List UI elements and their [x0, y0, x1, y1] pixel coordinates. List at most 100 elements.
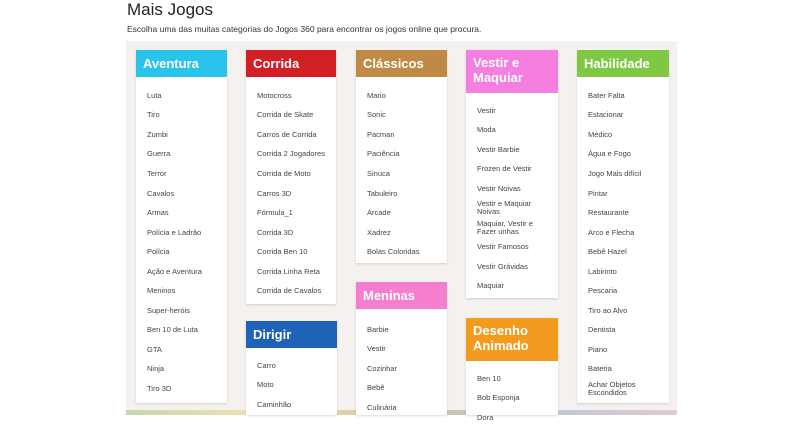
game-link[interactable]: Maquiar, Vestir e Fazer unhas [477, 218, 554, 238]
game-link[interactable]: Fórmula_1 [257, 203, 332, 223]
game-link[interactable]: Corrida Linha Reta [257, 262, 332, 282]
game-link[interactable]: Bebê [367, 379, 443, 399]
game-link[interactable]: Água e Fogo [588, 145, 665, 165]
game-link[interactable]: Ben 10 [477, 369, 554, 389]
game-link-label: Vestir [477, 105, 496, 115]
game-link[interactable]: Carro [257, 356, 333, 376]
category-card-aventura: Aventura Luta Tiro Zumbi Guerra Terror Cavalos… [136, 50, 227, 403]
game-link-label: Moto [257, 380, 274, 390]
game-link[interactable]: Carros 3D [257, 184, 332, 204]
game-link[interactable]: Barbie [367, 320, 443, 340]
game-link[interactable]: Bob Esponja [477, 389, 554, 409]
game-link[interactable]: Corrida de Moto [257, 164, 332, 184]
game-link-label: Maquiar, Vestir e Fazer unhas [477, 218, 533, 236]
game-link[interactable]: Carros de Corrida [257, 125, 332, 145]
game-link[interactable]: Corrida de Skate [257, 106, 332, 126]
game-link[interactable]: Vestir Barbie [477, 140, 554, 160]
game-link[interactable]: Bateria [588, 360, 665, 380]
game-link[interactable]: Arco e Flecha [588, 223, 665, 243]
game-link-label: Arco e Flecha [588, 227, 635, 237]
game-link[interactable]: Motocross [257, 86, 332, 106]
category-list-desenho-animado: Ben 10 Bob Esponja Dora [477, 369, 554, 428]
category-card-dirigir: Dirigir Carro Moto Caminhão [246, 321, 337, 415]
game-link[interactable]: Caminhão [257, 395, 333, 415]
game-link[interactable]: Cozinhar [367, 359, 443, 379]
category-header-desenho-animado[interactable]: Desenho Animado [466, 318, 558, 361]
category-header-corrida[interactable]: Corrida [246, 50, 336, 77]
game-link[interactable]: Corrida 2 Jogadores [257, 145, 332, 165]
category-list-corrida: Motocross Corrida de Skate Carros de Corri… [257, 86, 332, 301]
game-link[interactable]: Maquiar [477, 277, 554, 297]
game-link[interactable]: Ação e Aventura [147, 262, 223, 282]
game-link[interactable]: Mario [367, 86, 443, 106]
game-link[interactable]: Restaurante [588, 203, 665, 223]
game-link[interactable]: GTA [147, 340, 223, 360]
game-link[interactable]: Luta [147, 86, 223, 106]
game-link[interactable]: Bolas Coloridas [367, 242, 443, 262]
game-link[interactable]: Tiro ao Alvo [588, 301, 665, 321]
category-header-meninas[interactable]: Meninas [356, 282, 447, 309]
game-link[interactable]: Vestir Grávidas [477, 257, 554, 277]
game-link[interactable]: Vestir [367, 340, 443, 360]
game-link[interactable]: Armas [147, 203, 223, 223]
game-link[interactable]: Sonic [367, 106, 443, 126]
game-link[interactable]: Sinuca [367, 164, 443, 184]
game-link[interactable]: Pescaria [588, 281, 665, 301]
game-link[interactable]: Bater Falta [588, 86, 665, 106]
game-link[interactable]: Arcade [367, 203, 443, 223]
game-link[interactable]: Polícia e Ladrão [147, 223, 223, 243]
game-link[interactable]: Paciência [367, 145, 443, 165]
game-link[interactable]: Tabuleiro [367, 184, 443, 204]
game-link[interactable]: Guerra [147, 145, 223, 165]
game-link[interactable]: Moto [257, 376, 333, 396]
game-link-label: Sinuca [367, 168, 390, 178]
game-link[interactable]: Pacman [367, 125, 443, 145]
category-header-habilidade[interactable]: Habilidade [577, 50, 669, 77]
game-link[interactable]: Terror [147, 164, 223, 184]
game-link-label: Corrida de Cavalos [257, 286, 322, 296]
game-link-label: Jogo Mais difícil [588, 168, 642, 178]
game-link[interactable]: Ninja [147, 360, 223, 380]
game-link[interactable]: Piano [588, 340, 665, 360]
game-link[interactable]: Ben 10 de Luta [147, 321, 223, 341]
game-link[interactable]: Médico [588, 125, 665, 145]
game-link[interactable]: Frozen de Vestir [477, 160, 554, 180]
game-link[interactable]: Tiro 3D [147, 379, 223, 399]
game-link[interactable]: Vestir Famosos [477, 238, 554, 258]
game-link[interactable]: Super-heróis [147, 301, 223, 321]
game-link-label: Polícia [147, 247, 170, 257]
game-link[interactable]: Vestir e Maquiar Noivas [477, 199, 554, 219]
game-link[interactable]: Tiro [147, 106, 223, 126]
game-link[interactable]: Jogo Mais difícil [588, 164, 665, 184]
game-link[interactable]: Dentista [588, 321, 665, 341]
game-link[interactable]: Dora [477, 408, 554, 428]
game-link[interactable]: Estacionar [588, 106, 665, 126]
game-link[interactable]: Polícia [147, 242, 223, 262]
game-link[interactable]: Corrida de Cavalos [257, 281, 332, 301]
game-link[interactable]: Meninos [147, 281, 223, 301]
category-header-classicos[interactable]: Clássicos [356, 50, 447, 77]
category-card-meninas: Meninas Barbie Vestir Cozinhar Bebê Culinária [356, 282, 447, 415]
game-link[interactable]: Achar Objetos Escondidos [588, 379, 665, 399]
category-card-desenho-animado: Desenho Animado Ben 10 Bob Esponja Dora [466, 318, 558, 421]
game-link-label: Super-heróis [147, 305, 190, 315]
game-link-label: Vestir Noivas [477, 183, 521, 193]
game-link-label: Maquiar [477, 281, 505, 291]
game-link-label: Restaurante [588, 208, 629, 218]
game-link[interactable]: Vestir Noivas [477, 179, 554, 199]
category-header-dirigir[interactable]: Dirigir [246, 321, 337, 348]
game-link-label: Frozen de Vestir [477, 164, 532, 174]
game-link[interactable]: Vestir [477, 101, 554, 121]
category-header-aventura[interactable]: Aventura [136, 50, 227, 77]
game-link-label: Bebê Hazel [588, 247, 627, 257]
game-link[interactable]: Pintar [588, 184, 665, 204]
game-link[interactable]: Labirinto [588, 262, 665, 282]
game-link[interactable]: Zumbi [147, 125, 223, 145]
game-link[interactable]: Corrida Ben 10 [257, 242, 332, 262]
game-link[interactable]: Bebê Hazel [588, 242, 665, 262]
category-header-vestir-e-maquiar[interactable]: Vestir e Maquiar [466, 50, 558, 93]
game-link[interactable]: Cavalos [147, 184, 223, 204]
game-link[interactable]: Corrida 3D [257, 223, 332, 243]
game-link[interactable]: Xadrez [367, 223, 443, 243]
game-link[interactable]: Moda [477, 121, 554, 141]
